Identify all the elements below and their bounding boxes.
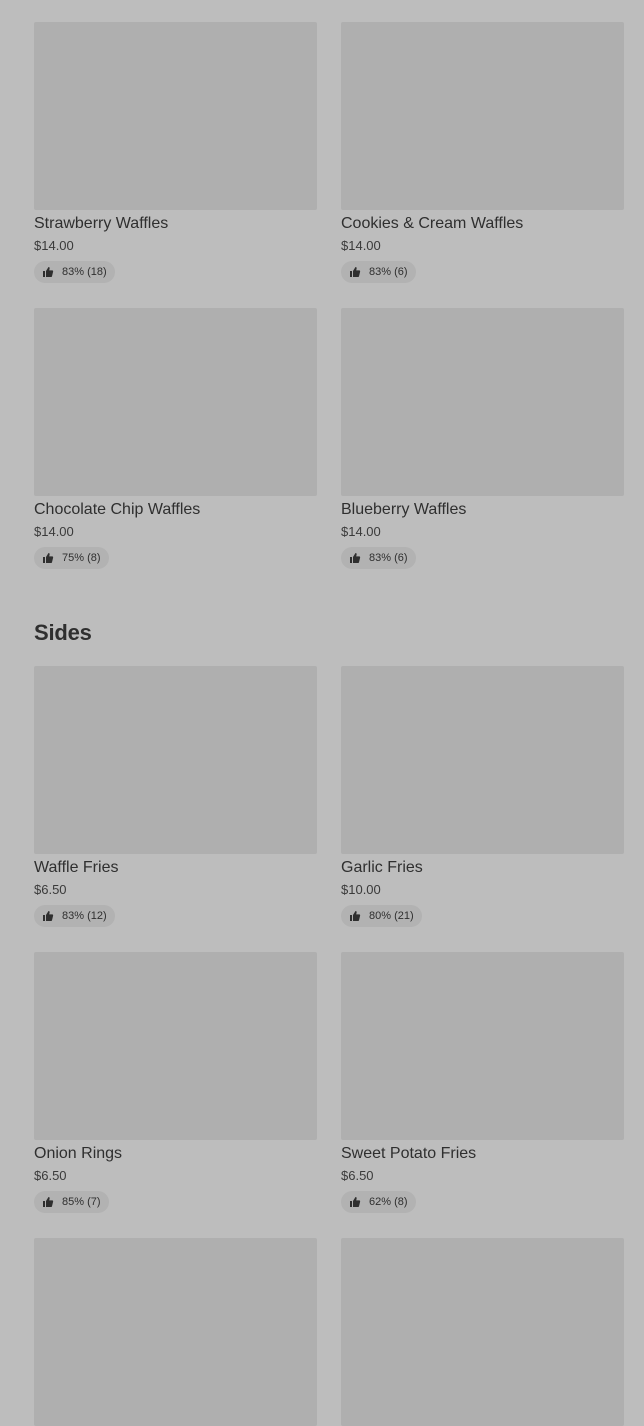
menu-section-waffles: Strawberry Waffles $14.00 83% (18) Cooki…: [34, 22, 624, 582]
rating-text: 83% (18): [62, 266, 107, 278]
menu-item-card[interactable]: [34, 1238, 317, 1426]
item-price: $14.00: [34, 238, 74, 253]
item-image: [34, 308, 317, 496]
thumbs-up-icon: [349, 910, 361, 922]
thumbs-up-icon: [42, 266, 54, 278]
menu-item-card[interactable]: Blueberry Waffles $14.00 83% (6): [341, 308, 624, 569]
item-image: [34, 1238, 317, 1426]
rating-text: 83% (12): [62, 910, 107, 922]
item-price: $6.50: [34, 882, 67, 897]
item-name: Sweet Potato Fries: [341, 1145, 477, 1162]
rating-badge: 83% (6): [341, 547, 416, 569]
menu-item-card[interactable]: Sweet Potato Fries $6.50 62% (8): [341, 952, 624, 1213]
item-image: [34, 952, 317, 1140]
item-image: [341, 1238, 624, 1426]
item-image: [341, 308, 624, 496]
item-name: Garlic Fries: [341, 859, 423, 876]
item-image: [34, 22, 317, 210]
item-name: Cookies & Cream Waffles: [341, 215, 524, 232]
item-price: $14.00: [341, 238, 381, 253]
item-name: Blueberry Waffles: [341, 501, 467, 518]
menu-section-sides: Waffle Fries $6.50 83% (12) Garlic Fries…: [34, 666, 624, 1426]
thumbs-up-icon: [349, 1196, 361, 1208]
item-image: [341, 952, 624, 1140]
menu-item-card[interactable]: Onion Rings $6.50 85% (7): [34, 952, 317, 1213]
thumbs-up-icon: [349, 552, 361, 564]
rating-text: 62% (8): [369, 1196, 408, 1208]
item-name: Strawberry Waffles: [34, 215, 169, 232]
item-name: Onion Rings: [34, 1145, 123, 1162]
menu-item-card[interactable]: Chocolate Chip Waffles $14.00 75% (8): [34, 308, 317, 569]
item-name: Waffle Fries: [34, 859, 119, 876]
rating-badge: 62% (8): [341, 1191, 416, 1213]
item-price: $10.00: [341, 882, 381, 897]
thumbs-up-icon: [42, 910, 54, 922]
thumbs-up-icon: [42, 1196, 54, 1208]
item-price: $6.50: [34, 1168, 67, 1183]
rating-text: 80% (21): [369, 910, 414, 922]
rating-badge: 83% (12): [34, 905, 115, 927]
menu-item-card[interactable]: [341, 1238, 624, 1426]
menu-item-card[interactable]: Cookies & Cream Waffles $14.00 83% (6): [341, 22, 624, 283]
item-image: [34, 666, 317, 854]
item-image: [341, 666, 624, 854]
rating-badge: 80% (21): [341, 905, 422, 927]
rating-text: 83% (6): [369, 266, 408, 278]
rating-badge: 85% (7): [34, 1191, 109, 1213]
item-price: $6.50: [341, 1168, 374, 1183]
thumbs-up-icon: [42, 552, 54, 564]
thumbs-up-icon: [349, 266, 361, 278]
item-price: $14.00: [341, 524, 381, 539]
section-title: Sides: [34, 620, 92, 645]
item-image: [341, 22, 624, 210]
menu-item-card[interactable]: Waffle Fries $6.50 83% (12): [34, 666, 317, 927]
item-price: $14.00: [34, 524, 74, 539]
item-name: Chocolate Chip Waffles: [34, 501, 201, 518]
rating-badge: 83% (6): [341, 261, 416, 283]
rating-badge: 75% (8): [34, 547, 109, 569]
rating-badge: 83% (18): [34, 261, 115, 283]
menu-page: Strawberry Waffles $14.00 83% (18) Cooki…: [0, 0, 644, 1426]
rating-text: 75% (8): [62, 552, 101, 564]
rating-text: 85% (7): [62, 1196, 101, 1208]
menu-item-card[interactable]: Strawberry Waffles $14.00 83% (18): [34, 22, 317, 283]
menu-item-card[interactable]: Garlic Fries $10.00 80% (21): [341, 666, 624, 927]
rating-text: 83% (6): [369, 552, 408, 564]
